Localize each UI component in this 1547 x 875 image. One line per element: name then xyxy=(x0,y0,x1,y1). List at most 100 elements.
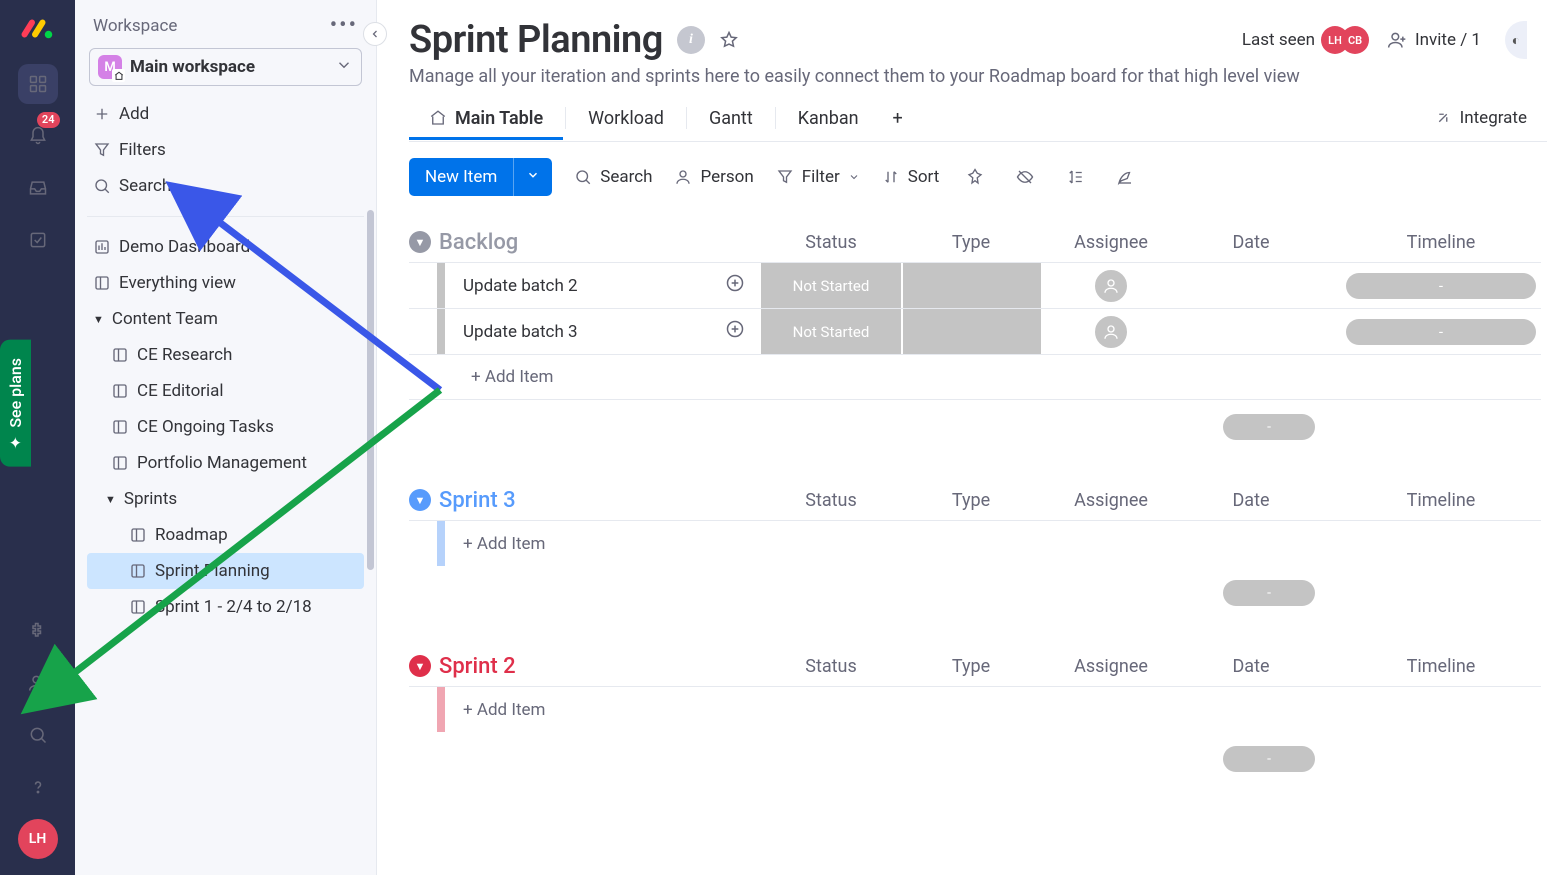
column-header-type[interactable]: Type xyxy=(901,232,1041,253)
column-header-date[interactable]: Date xyxy=(1181,232,1321,253)
sidebar-item-ce-ongoing-tasks[interactable]: CE Ongoing Tasks xyxy=(87,409,364,445)
rail-workspace-icon[interactable] xyxy=(18,64,58,104)
table-row[interactable]: Update batch 2 Not Started - xyxy=(409,262,1541,308)
status-cell[interactable]: Not Started xyxy=(761,263,901,308)
group-name[interactable]: Backlog xyxy=(439,230,518,255)
sidebar-scrollbar[interactable] xyxy=(364,210,374,805)
last-seen[interactable]: Last seen LH CB xyxy=(1242,26,1369,54)
rail-apps-icon[interactable] xyxy=(18,611,58,651)
column-header-assignee[interactable]: Assignee xyxy=(1041,232,1181,253)
brand-logo-icon[interactable] xyxy=(18,10,58,50)
type-cell[interactable] xyxy=(901,263,1041,308)
date-summary-pill: - xyxy=(1223,580,1315,606)
board-body[interactable]: ▼ Backlog Status Type Assignee Date Time… xyxy=(409,214,1547,875)
sidebar-add[interactable]: Add xyxy=(87,96,364,132)
sidebar-folder-content-team[interactable]: ▼ Content Team xyxy=(87,301,364,337)
rail-search-icon[interactable] xyxy=(18,715,58,755)
new-item-button[interactable]: New Item xyxy=(409,158,552,196)
sidebar-item-ce-editorial[interactable]: CE Editorial xyxy=(87,373,364,409)
last-seen-label: Last seen xyxy=(1242,30,1315,50)
invite-button[interactable]: Invite / 1 xyxy=(1387,30,1481,50)
tab-workload[interactable]: Workload xyxy=(568,108,684,139)
column-header-type[interactable]: Type xyxy=(901,490,1041,511)
toolbar-person[interactable]: Person xyxy=(674,167,753,187)
group-backlog: ▼ Backlog Status Type Assignee Date Time… xyxy=(409,222,1541,440)
board-title[interactable]: Sprint Planning xyxy=(409,18,663,62)
group-toggle-icon[interactable]: ▼ xyxy=(409,655,431,677)
rail-inbox-icon[interactable] xyxy=(18,168,58,208)
integrate-button[interactable]: Integrate xyxy=(1434,108,1527,128)
column-header-status[interactable]: Status xyxy=(761,656,901,677)
item-name[interactable]: Update batch 3 xyxy=(463,322,578,342)
pin-icon[interactable] xyxy=(961,163,989,191)
date-cell[interactable] xyxy=(1181,263,1321,308)
sidebar-item-sprint-planning[interactable]: Sprint Planning xyxy=(87,553,364,589)
toolbar-filter[interactable]: Filter xyxy=(776,167,860,187)
column-header-assignee[interactable]: Assignee xyxy=(1041,490,1181,511)
assignee-cell[interactable] xyxy=(1041,309,1181,354)
column-header-status[interactable]: Status xyxy=(761,490,901,511)
column-header-timeline[interactable]: Timeline xyxy=(1341,490,1541,511)
divider xyxy=(686,107,687,129)
sidebar-item-portfolio-management[interactable]: Portfolio Management xyxy=(87,445,364,481)
timeline-cell[interactable]: - xyxy=(1341,263,1541,308)
chevron-down-icon[interactable] xyxy=(513,158,552,196)
toolbar-search[interactable]: Search xyxy=(574,167,652,187)
column-header-date[interactable]: Date xyxy=(1181,490,1321,511)
table-row[interactable]: Update batch 3 Not Started - xyxy=(409,308,1541,354)
sidebar-item-sprint-1[interactable]: Sprint 1 - 2/4 to 2/18 xyxy=(87,589,364,625)
group-name[interactable]: Sprint 2 xyxy=(439,654,516,679)
column-header-type[interactable]: Type xyxy=(901,656,1041,677)
see-plans-button[interactable]: ✦ See plans xyxy=(0,340,31,467)
tab-gantt[interactable]: Gantt xyxy=(689,108,773,139)
rail-invite-icon[interactable] xyxy=(18,663,58,703)
conversation-icon[interactable] xyxy=(725,319,745,344)
sidebar-folder-sprints[interactable]: ▼ Sprints xyxy=(87,481,364,517)
info-icon[interactable]: i xyxy=(677,26,705,54)
rail-notifications-icon[interactable]: 24 xyxy=(18,116,58,156)
sidebar-item-everything-view[interactable]: Everything view xyxy=(87,265,364,301)
add-item-row[interactable]: + Add Item xyxy=(409,354,1541,400)
hidden-columns-icon[interactable] xyxy=(1011,163,1039,191)
group-toggle-icon[interactable]: ▼ xyxy=(409,231,431,253)
activity-drawer-icon[interactable]: ◐ xyxy=(1505,21,1527,59)
sidebar-search[interactable]: Search xyxy=(87,168,364,204)
type-cell[interactable] xyxy=(901,309,1041,354)
color-icon[interactable] xyxy=(1111,163,1139,191)
person-icon xyxy=(1095,316,1127,348)
add-view-button[interactable]: + xyxy=(885,105,911,131)
favorite-star-icon[interactable] xyxy=(715,26,743,54)
workspace-selector[interactable]: M Main workspace xyxy=(89,48,362,86)
sidebar-item-demo-dashboard[interactable]: Demo Dashboard xyxy=(87,229,364,265)
timeline-cell[interactable]: - xyxy=(1341,309,1541,354)
filter-icon xyxy=(93,141,119,159)
sidebar-menu-icon[interactable]: ••• xyxy=(330,21,358,31)
tab-kanban[interactable]: Kanban xyxy=(778,108,879,139)
assignee-cell[interactable] xyxy=(1041,263,1181,308)
sidebar-filters[interactable]: Filters xyxy=(87,132,364,168)
board-toolbar: New Item Search Person Filter Sort xyxy=(409,142,1547,214)
conversation-icon[interactable] xyxy=(725,273,745,298)
user-avatar[interactable]: LH xyxy=(18,819,58,859)
column-header-timeline[interactable]: Timeline xyxy=(1341,656,1541,677)
column-header-timeline[interactable]: Timeline xyxy=(1341,232,1541,253)
column-header-status[interactable]: Status xyxy=(761,232,901,253)
date-cell[interactable] xyxy=(1181,309,1321,354)
rail-help-icon[interactable] xyxy=(18,767,58,807)
add-item-inline[interactable]: + Add Item xyxy=(463,700,545,720)
group-name[interactable]: Sprint 3 xyxy=(439,488,516,513)
tab-main-table[interactable]: Main Table xyxy=(409,108,563,139)
column-header-date[interactable]: Date xyxy=(1181,656,1321,677)
table-row: + Add Item xyxy=(409,520,1541,566)
column-header-assignee[interactable]: Assignee xyxy=(1041,656,1181,677)
height-icon[interactable] xyxy=(1061,163,1089,191)
see-plans-label: See plans xyxy=(6,358,25,428)
add-item-inline[interactable]: + Add Item xyxy=(463,534,545,554)
item-name[interactable]: Update batch 2 xyxy=(463,276,578,296)
toolbar-sort[interactable]: Sort xyxy=(882,167,940,187)
group-toggle-icon[interactable]: ▼ xyxy=(409,489,431,511)
sidebar-item-roadmap[interactable]: Roadmap xyxy=(87,517,364,553)
rail-mywork-icon[interactable] xyxy=(18,220,58,260)
sidebar-item-ce-research[interactable]: CE Research xyxy=(87,337,364,373)
status-cell[interactable]: Not Started xyxy=(761,309,901,354)
